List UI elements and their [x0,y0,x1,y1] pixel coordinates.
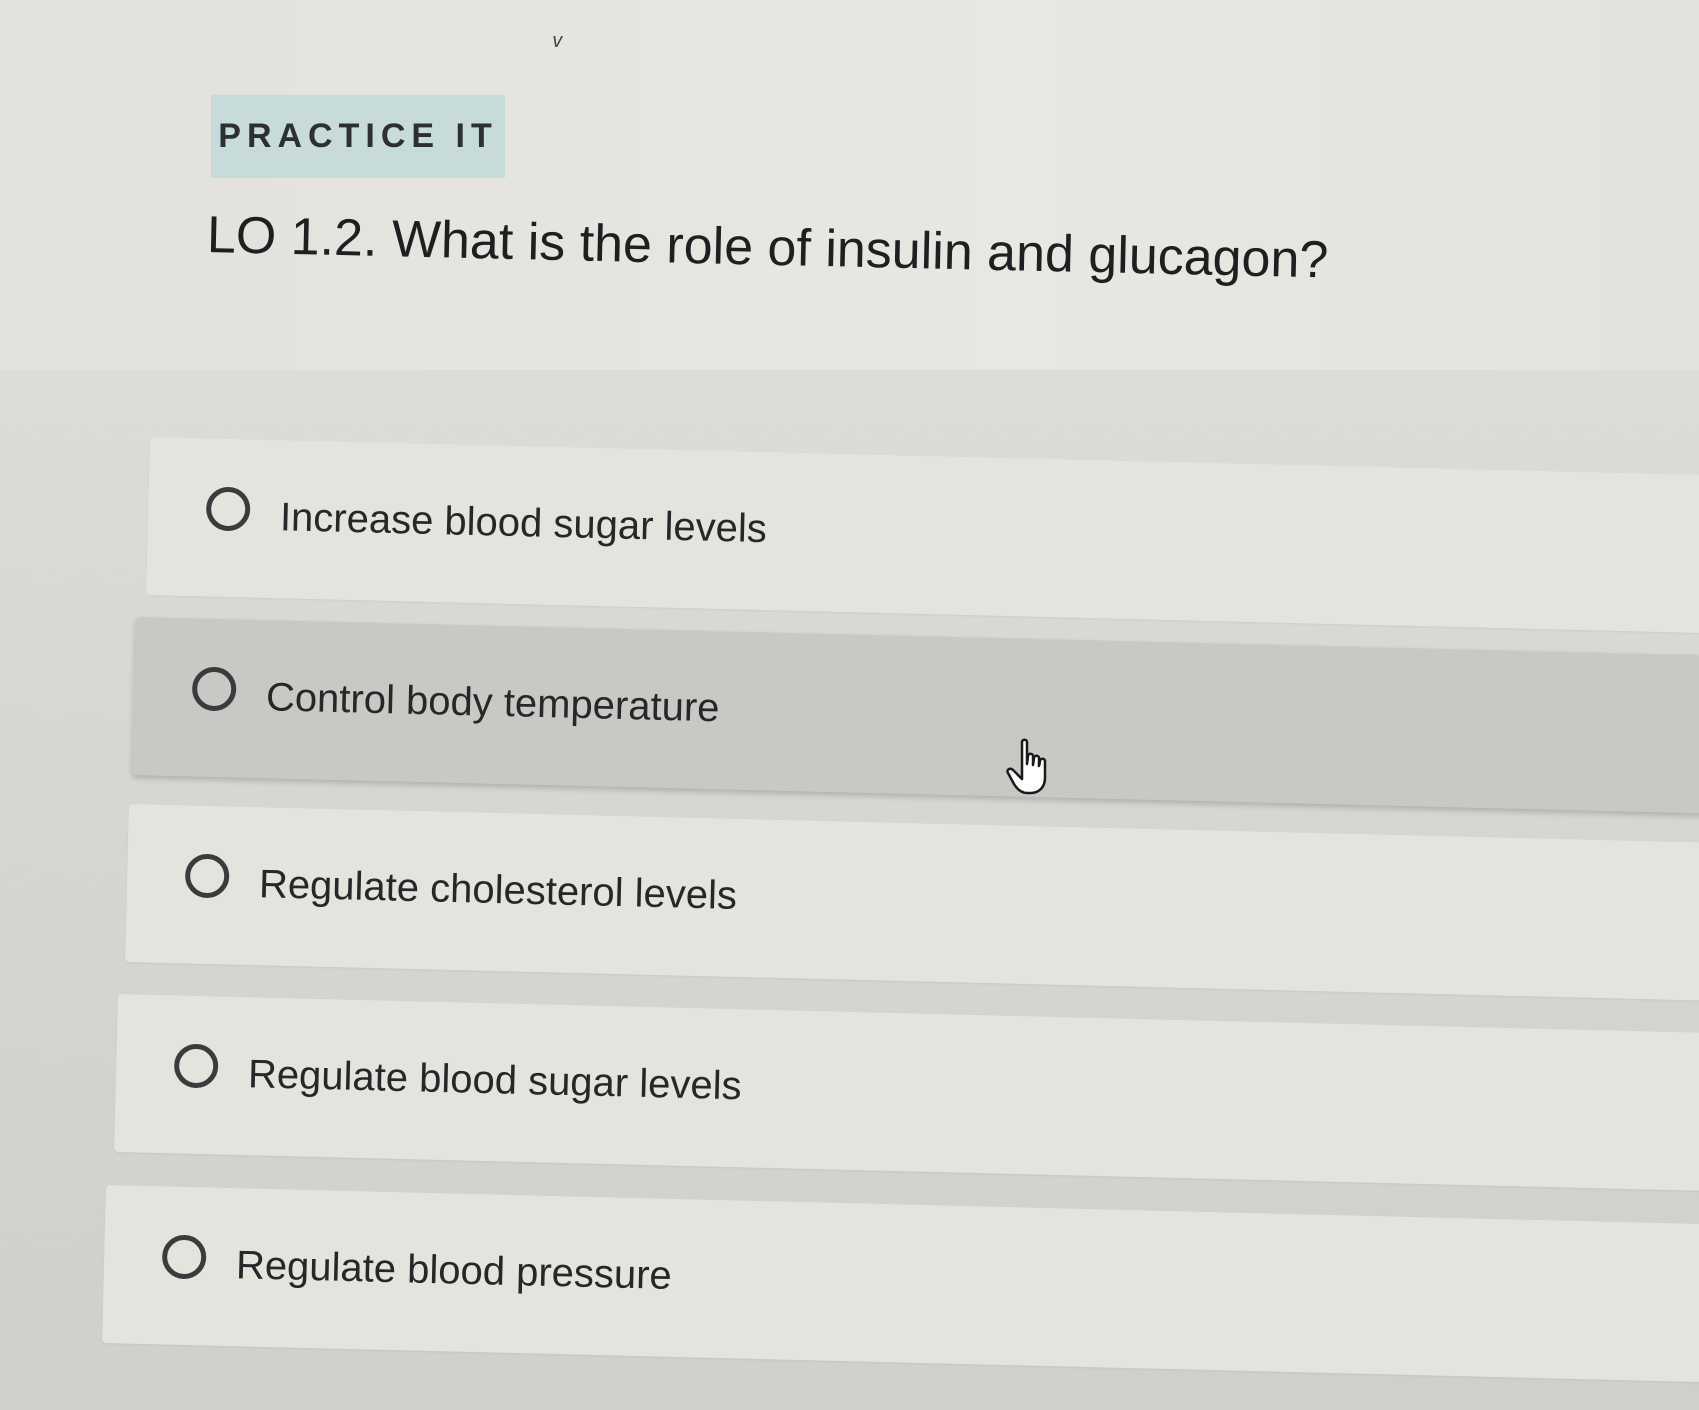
option-label: Control body temperature [265,674,721,730]
option-label: Increase blood sugar levels [279,494,768,551]
option-regulate-blood-pressure[interactable]: Regulate blood pressure [102,1185,1699,1383]
radio-button-icon[interactable] [161,1234,207,1280]
radio-button-icon[interactable] [173,1043,219,1089]
option-control-body-temperature[interactable]: Control body temperature [132,617,1699,814]
pointer-hand-icon [1006,738,1047,795]
radio-button-icon[interactable] [205,486,251,532]
option-label: Regulate blood pressure [235,1242,673,1298]
option-regulate-blood-sugar[interactable]: Regulate blood sugar levels [114,994,1699,1191]
option-label: Regulate cholesterol levels [258,861,738,918]
radio-button-icon[interactable] [191,666,237,712]
answer-options: Increase blood sugar levels Control body… [0,0,1699,1410]
option-label: Regulate blood sugar levels [247,1051,743,1108]
option-increase-blood-sugar[interactable]: Increase blood sugar levels [146,437,1699,634]
option-regulate-cholesterol[interactable]: Regulate cholesterol levels [125,804,1699,1001]
radio-button-icon[interactable] [184,853,230,899]
